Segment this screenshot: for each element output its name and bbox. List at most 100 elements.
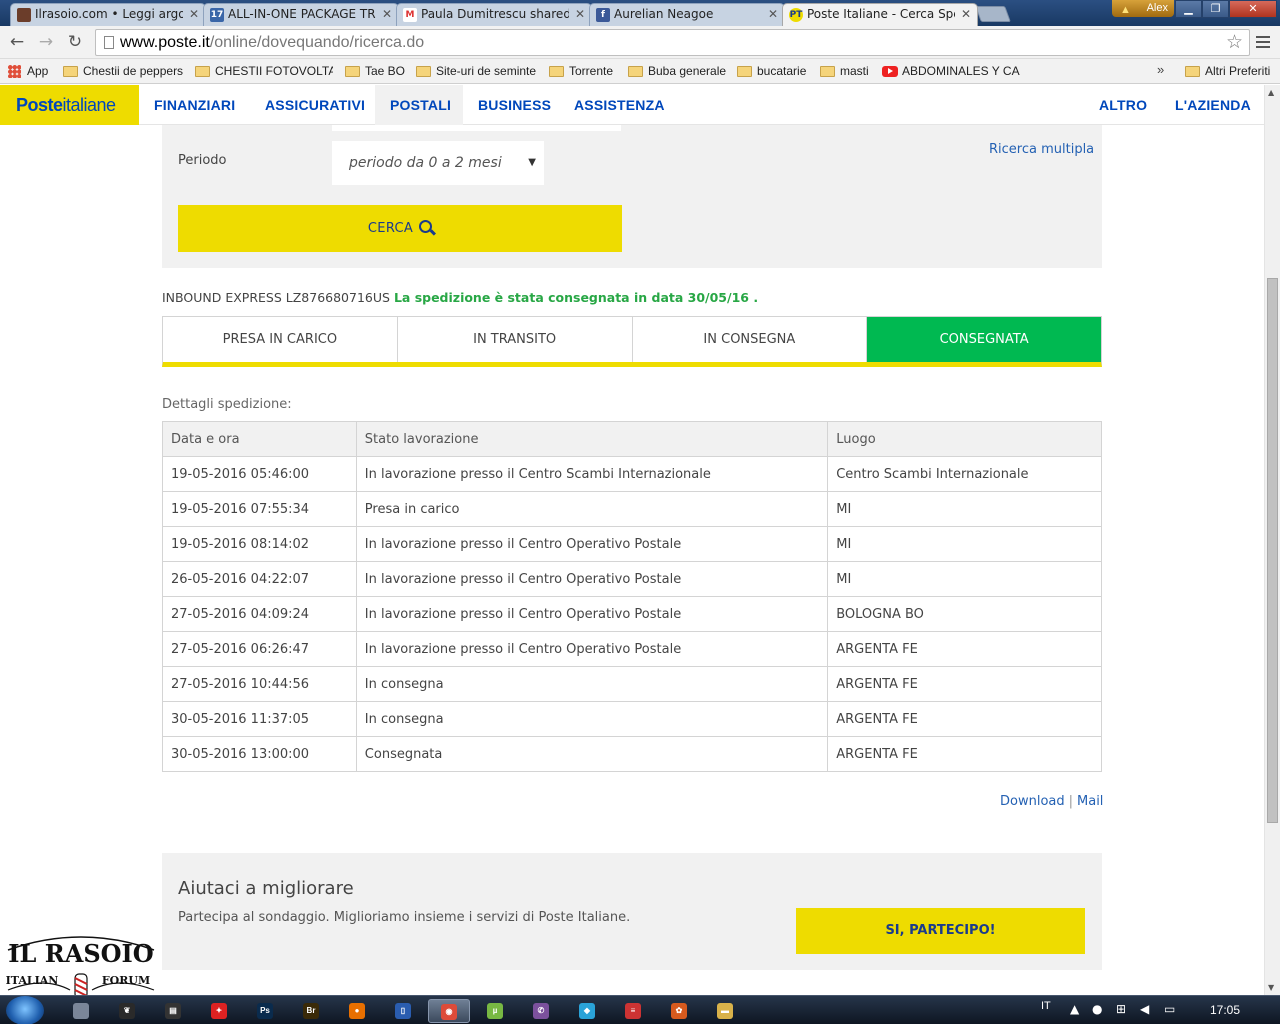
- forward-icon[interactable]: →: [36, 32, 56, 52]
- bookmark-item[interactable]: ABDOMINALES Y CAR: [882, 63, 1020, 80]
- taskbar-app-button[interactable]: ◆: [566, 999, 608, 1023]
- address-bar[interactable]: www.poste.it/online/dovequando/ricerca.d…: [95, 29, 1250, 56]
- url-path: /online/dovequando/ricerca.do: [209, 34, 425, 51]
- taskbar-app-button[interactable]: ●: [336, 999, 378, 1023]
- survey-participate-button[interactable]: SI, PARTECIPO!: [796, 908, 1085, 954]
- close-icon[interactable]: ✕: [768, 4, 778, 25]
- multi-search-link[interactable]: Ricerca multipla: [989, 142, 1094, 157]
- nav-assistenza[interactable]: ASSISTENZA: [559, 85, 680, 125]
- nav-azienda[interactable]: L'AZIENDA: [1160, 85, 1266, 125]
- bookmark-item[interactable]: Tae BO: [345, 63, 405, 80]
- tracking-table-body: 19-05-2016 05:46:00 In lavorazione presso…: [162, 456, 1102, 772]
- taskbar-app-button[interactable]: ✦: [198, 999, 240, 1023]
- browser-tab[interactable]: M Paula Dumitrescu shared ✕: [396, 3, 592, 26]
- nav-altro[interactable]: ALTRO: [1084, 85, 1162, 125]
- clapper-icon: ▤: [165, 1002, 181, 1019]
- page-scrollbar[interactable]: ▲ ▼: [1264, 85, 1280, 995]
- bookmarks-overflow-button[interactable]: »: [1157, 62, 1164, 77]
- reload-icon[interactable]: ↻: [65, 32, 85, 52]
- search-button[interactable]: CERCA: [178, 205, 622, 252]
- firefox-icon: ●: [349, 1002, 365, 1019]
- explorer-tower-icon: [73, 1002, 89, 1019]
- taskbar-app-button[interactable]: µ: [474, 999, 516, 1023]
- volume-icon[interactable]: ◀: [1140, 1002, 1149, 1016]
- facebook-icon: f: [596, 8, 610, 22]
- windows-flag-icon[interactable]: ⊞: [1116, 1002, 1126, 1016]
- cell-date: 19-05-2016 08:14:02: [162, 526, 357, 562]
- nav-assicurativi[interactable]: ASSICURATIVI: [250, 85, 380, 125]
- taskbar-app-button[interactable]: Ps: [244, 999, 286, 1023]
- menu-icon[interactable]: [1256, 36, 1270, 50]
- bookmark-item[interactable]: Buba generale: [628, 63, 726, 80]
- scrollbar-thumb[interactable]: [1267, 278, 1278, 823]
- taskbar-app-button[interactable]: ▬: [704, 999, 746, 1023]
- bookmark-item[interactable]: masti: [820, 63, 869, 80]
- taskbar-app-button[interactable]: ◉: [428, 999, 470, 1023]
- browser-tab[interactable]: 17 ALL-IN-ONE PACKAGE TR ✕: [203, 3, 399, 26]
- warning-icon: ▲: [1120, 4, 1131, 16]
- bookmark-label: masti: [840, 64, 869, 78]
- profile-button[interactable]: ▲ Alex: [1112, 0, 1174, 17]
- forum-watermark-logo: IL RASOIO ITALIAN FORUM: [5, 929, 157, 999]
- period-select[interactable]: periodo da 0 a 2 mesi ▼: [332, 141, 544, 185]
- column-header-status: Stato lavorazione: [355, 421, 829, 457]
- close-icon[interactable]: ✕: [961, 4, 971, 25]
- poste-logo[interactable]: Posteitaliane: [0, 85, 139, 125]
- tray-app-icon[interactable]: ●: [1092, 1002, 1102, 1016]
- bookmark-item[interactable]: Chestii de peppers: [63, 63, 183, 80]
- dropdown-caret-icon: ▼: [528, 157, 536, 168]
- chrome-icon: ◉: [441, 1003, 457, 1020]
- folder-icon: [63, 66, 78, 77]
- bookmark-item[interactable]: Site-uri de seminte: [416, 63, 536, 80]
- nav-postali[interactable]: POSTALI: [375, 85, 463, 125]
- bookmark-item[interactable]: bucatarie: [737, 63, 806, 80]
- scroll-down-icon[interactable]: ▼: [1268, 983, 1274, 992]
- back-icon[interactable]: ←: [7, 32, 27, 52]
- cell-date: 26-05-2016 04:22:07: [162, 561, 357, 597]
- nav-finanziari[interactable]: FINANZIARI: [139, 85, 250, 125]
- tray-expand-icon[interactable]: ▲: [1070, 1002, 1079, 1016]
- shipment-code: INBOUND EXPRESS LZ876680716US: [162, 290, 390, 305]
- taskbar-app-button[interactable]: ❦: [106, 999, 148, 1023]
- taskbar-app-button[interactable]: ✆: [520, 999, 562, 1023]
- taskbar-clock[interactable]: 17:05: [1210, 1003, 1240, 1017]
- bookmark-item[interactable]: App: [7, 63, 48, 80]
- taskbar-app-button[interactable]: ≡: [612, 999, 654, 1023]
- language-indicator[interactable]: IT: [1041, 1000, 1051, 1012]
- taskbar-app-button[interactable]: [60, 999, 102, 1023]
- scroll-up-icon[interactable]: ▲: [1268, 88, 1274, 97]
- taskbar-app-button[interactable]: ▤: [152, 999, 194, 1023]
- taskbar-app-button[interactable]: Br: [290, 999, 332, 1023]
- bookmark-item[interactable]: Torrente: [549, 63, 613, 80]
- minimize-button[interactable]: ▁: [1175, 0, 1202, 18]
- new-tab-button[interactable]: [975, 6, 1011, 22]
- browser-tab-active[interactable]: PT Poste Italiane - Cerca Spe ✕: [782, 3, 978, 26]
- step-presa-in-carico: PRESA IN CARICO: [163, 317, 398, 362]
- table-header-row: Data e ora Stato lavorazione Luogo: [162, 421, 1102, 457]
- tab-title: Poste Italiane - Cerca Spe: [807, 7, 955, 21]
- start-button[interactable]: [6, 996, 44, 1024]
- download-link[interactable]: Download: [1000, 794, 1065, 809]
- nav-business[interactable]: BUSINESS: [463, 85, 566, 125]
- cell-status: In lavorazione presso il Centro Operativ…: [355, 561, 829, 597]
- maximize-button[interactable]: ❐: [1202, 0, 1229, 18]
- close-icon[interactable]: ✕: [382, 4, 392, 25]
- other-bookmarks[interactable]: Altri Preferiti: [1185, 63, 1270, 80]
- tracking-code-input[interactable]: [332, 125, 621, 131]
- taskbar-app-button[interactable]: ▯: [382, 999, 424, 1023]
- tab-title: Paula Dumitrescu shared: [421, 7, 569, 21]
- network-icon[interactable]: ▭: [1164, 1002, 1175, 1016]
- close-icon[interactable]: ✕: [575, 4, 585, 25]
- watermark-title: IL RASOIO: [8, 939, 153, 968]
- page-icon: [104, 36, 114, 49]
- mail-link[interactable]: Mail: [1077, 794, 1103, 809]
- browser-tab[interactable]: Ilrasoio.com • Leggi argom ✕: [10, 3, 206, 26]
- bookmarks-bar: App Chestii de peppers CHESTII FOTOVOLTA…: [0, 59, 1280, 84]
- bookmark-item[interactable]: CHESTII FOTOVOLTAI: [195, 63, 333, 80]
- close-window-button[interactable]: ✕: [1229, 0, 1277, 18]
- close-icon[interactable]: ✕: [189, 4, 199, 25]
- windows-taskbar: ❦ ▤ ✦ Ps Br ● ▯ ◉ µ ✆ ◆ ≡ ✿ ▬ IT ▲ ● ⊞ ◀ ▭ 17:05: [0, 995, 1280, 1024]
- bookmark-star-icon[interactable]: ☆: [1226, 30, 1243, 55]
- taskbar-app-button[interactable]: ✿: [658, 999, 700, 1023]
- browser-tab[interactable]: f Aurelian Neagoe ✕: [589, 3, 785, 26]
